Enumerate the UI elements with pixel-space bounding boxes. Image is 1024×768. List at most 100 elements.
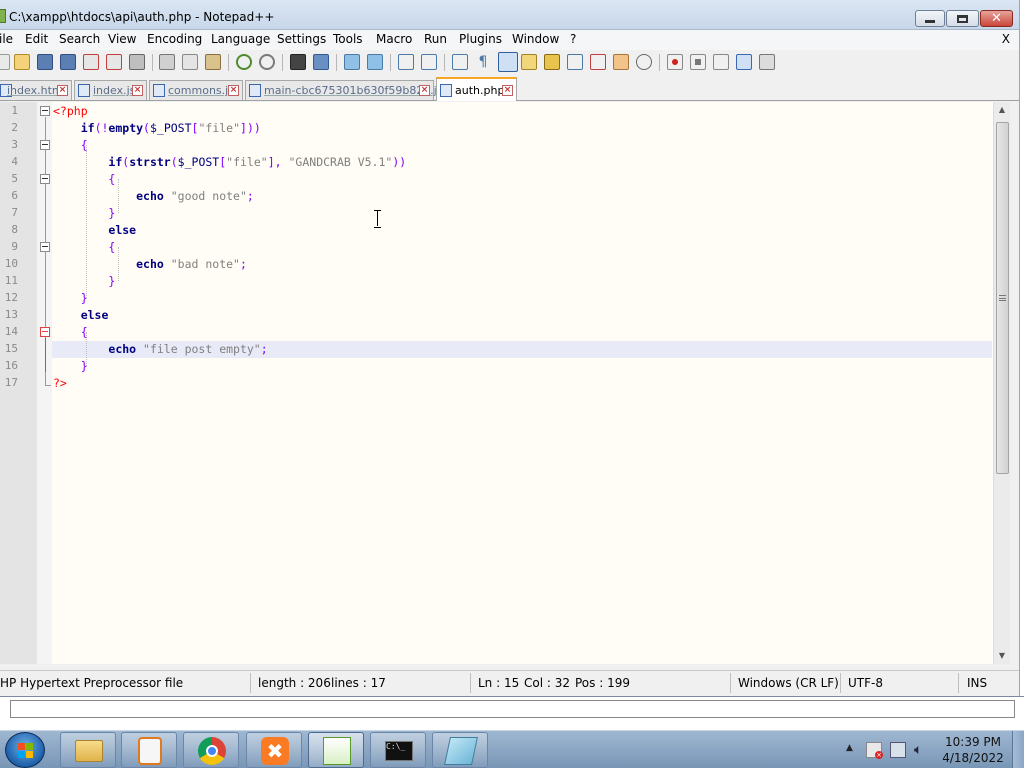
clock-time: 10:39 PM bbox=[945, 735, 1001, 749]
taskbar-chrome-button[interactable] bbox=[183, 732, 239, 768]
toolbar-separator bbox=[152, 54, 153, 71]
system-clock[interactable]: 10:39 PM 4/18/2022 bbox=[930, 734, 1016, 766]
start-button[interactable] bbox=[5, 732, 45, 768]
menu-run[interactable]: Run bbox=[424, 32, 447, 46]
menu-file[interactable]: ile bbox=[0, 32, 13, 46]
status-eol-format[interactable]: Windows (CR LF) bbox=[738, 676, 839, 690]
menu-bar: ile Edit Search View Encoding Language S… bbox=[0, 30, 1019, 50]
monitoring-eye-icon[interactable] bbox=[636, 54, 652, 70]
show-desktop-button[interactable] bbox=[1012, 731, 1024, 768]
tab-auth-php[interactable]: auth.php × bbox=[436, 77, 517, 101]
tab-close-icon[interactable]: × bbox=[57, 85, 68, 96]
mouse-ibeam-cursor bbox=[374, 210, 381, 228]
fold-collapse-icon[interactable] bbox=[40, 140, 50, 150]
menu-window[interactable]: Window bbox=[512, 32, 559, 46]
save-icon[interactable] bbox=[37, 54, 53, 70]
menu-plugins[interactable]: Plugins bbox=[459, 32, 502, 46]
tab-close-icon[interactable]: × bbox=[228, 85, 239, 96]
undo-icon[interactable] bbox=[236, 54, 252, 70]
taskbar-xampp-button[interactable]: ✖ bbox=[246, 732, 302, 768]
code-editor[interactable]: 1 2 3 4 5 6 7 8 9 10 11 12 13 14 15 16 17 <?php if(!empt… bbox=[0, 102, 1010, 664]
menu-settings[interactable]: Settings bbox=[277, 32, 326, 46]
fold-collapse-icon[interactable] bbox=[40, 242, 50, 252]
fold-collapse-icon[interactable] bbox=[40, 106, 50, 116]
tab-close-icon[interactable]: × bbox=[502, 85, 513, 96]
volume-icon[interactable]: 🔈︎ bbox=[914, 742, 930, 758]
status-encoding[interactable]: UTF-8 bbox=[848, 676, 883, 690]
menu-help[interactable]: ? bbox=[570, 32, 576, 46]
document-tab-bar: index.htm × index.js × commons.js × main… bbox=[0, 77, 1019, 101]
tab-close-icon[interactable]: × bbox=[132, 85, 143, 96]
line-number: 12 bbox=[4, 291, 18, 304]
maximize-button[interactable] bbox=[946, 10, 979, 27]
minimize-button[interactable] bbox=[915, 10, 945, 27]
show-all-characters-icon[interactable]: ¶ bbox=[475, 54, 491, 70]
tab-commons-js[interactable]: commons.js × bbox=[149, 80, 243, 100]
title-bar[interactable]: C:\xampp\htdocs\api\auth.php - Notepad++… bbox=[0, 0, 1019, 30]
tab-main-cbc-js[interactable]: main-cbc675301b630f59b82e.js × bbox=[245, 80, 442, 100]
play-macro-icon[interactable] bbox=[713, 54, 729, 70]
find-icon[interactable] bbox=[290, 54, 306, 70]
function-list-icon[interactable] bbox=[590, 54, 606, 70]
run-macro-multiple-icon[interactable] bbox=[736, 54, 752, 70]
tab-close-icon[interactable]: × bbox=[419, 85, 430, 96]
sync-horizontal-icon[interactable] bbox=[421, 54, 437, 70]
status-insert-mode[interactable]: INS bbox=[967, 676, 987, 690]
folder-as-workspace-icon[interactable] bbox=[613, 54, 629, 70]
save-all-icon[interactable] bbox=[60, 54, 76, 70]
sync-vertical-icon[interactable] bbox=[398, 54, 414, 70]
toolbar-separator bbox=[659, 54, 660, 71]
close-all-icon[interactable] bbox=[106, 54, 122, 70]
network-icon[interactable] bbox=[890, 742, 906, 758]
menu-encoding[interactable]: Encoding bbox=[147, 32, 202, 46]
zoom-in-icon[interactable] bbox=[344, 54, 360, 70]
save-macro-icon[interactable] bbox=[759, 54, 775, 70]
taskbar-notepad-button[interactable] bbox=[432, 732, 488, 768]
notepadpp-app-icon[interactable] bbox=[0, 9, 6, 23]
menu-language[interactable]: Language bbox=[211, 32, 270, 46]
copy-icon[interactable] bbox=[182, 54, 198, 70]
cut-icon[interactable] bbox=[159, 54, 175, 70]
menu-edit[interactable]: Edit bbox=[25, 32, 48, 46]
taskbar-notepadpp-button[interactable] bbox=[308, 732, 364, 768]
menu-search[interactable]: Search bbox=[59, 32, 100, 46]
zoom-out-icon[interactable] bbox=[367, 54, 383, 70]
line-number: 1 bbox=[11, 104, 18, 117]
paste-icon[interactable] bbox=[205, 54, 221, 70]
menu-tools[interactable]: Tools bbox=[333, 32, 363, 46]
tab-index-js[interactable]: index.js × bbox=[74, 80, 147, 100]
taskbar-explorer-button[interactable] bbox=[60, 732, 116, 768]
taskbar-media-player-button[interactable] bbox=[121, 732, 177, 768]
fold-guide-line bbox=[45, 372, 46, 386]
scrollbar-thumb[interactable] bbox=[996, 122, 1009, 474]
code-area[interactable] bbox=[52, 102, 992, 664]
tab-index-htm[interactable]: index.htm × bbox=[0, 80, 72, 100]
fold-collapse-icon[interactable] bbox=[40, 327, 50, 337]
scroll-down-arrow-icon[interactable]: ▼ bbox=[994, 648, 1010, 664]
notepadpp-icon bbox=[323, 737, 351, 765]
menu-view[interactable]: View bbox=[108, 32, 136, 46]
record-macro-icon[interactable] bbox=[667, 54, 683, 70]
close-window-button[interactable]: ✕ bbox=[980, 10, 1013, 27]
word-wrap-icon[interactable] bbox=[452, 54, 468, 70]
new-file-icon[interactable] bbox=[0, 54, 10, 70]
redo-icon[interactable] bbox=[259, 54, 275, 70]
scroll-up-arrow-icon[interactable]: ▲ bbox=[994, 102, 1010, 118]
document-map-icon[interactable] bbox=[544, 54, 560, 70]
toolbar: ¶ bbox=[0, 50, 1019, 76]
show-hidden-icons-arrow-icon[interactable]: ▲ bbox=[846, 743, 853, 753]
taskbar-cmd-button[interactable]: C:\_ bbox=[370, 732, 426, 768]
document-list-icon[interactable] bbox=[567, 54, 583, 70]
print-icon[interactable] bbox=[129, 54, 145, 70]
open-file-icon[interactable] bbox=[14, 54, 30, 70]
action-center-flag-icon[interactable]: × bbox=[866, 742, 883, 759]
user-defined-language-icon[interactable] bbox=[521, 54, 537, 70]
indent-guide-icon[interactable] bbox=[498, 52, 518, 72]
vertical-scrollbar[interactable]: ▲ ▼ bbox=[993, 102, 1010, 664]
replace-icon[interactable] bbox=[313, 54, 329, 70]
close-file-icon[interactable] bbox=[83, 54, 99, 70]
fold-collapse-icon[interactable] bbox=[40, 174, 50, 184]
close-document-button[interactable]: X bbox=[1002, 32, 1010, 46]
stop-macro-icon[interactable] bbox=[690, 54, 706, 70]
menu-macro[interactable]: Macro bbox=[376, 32, 412, 46]
